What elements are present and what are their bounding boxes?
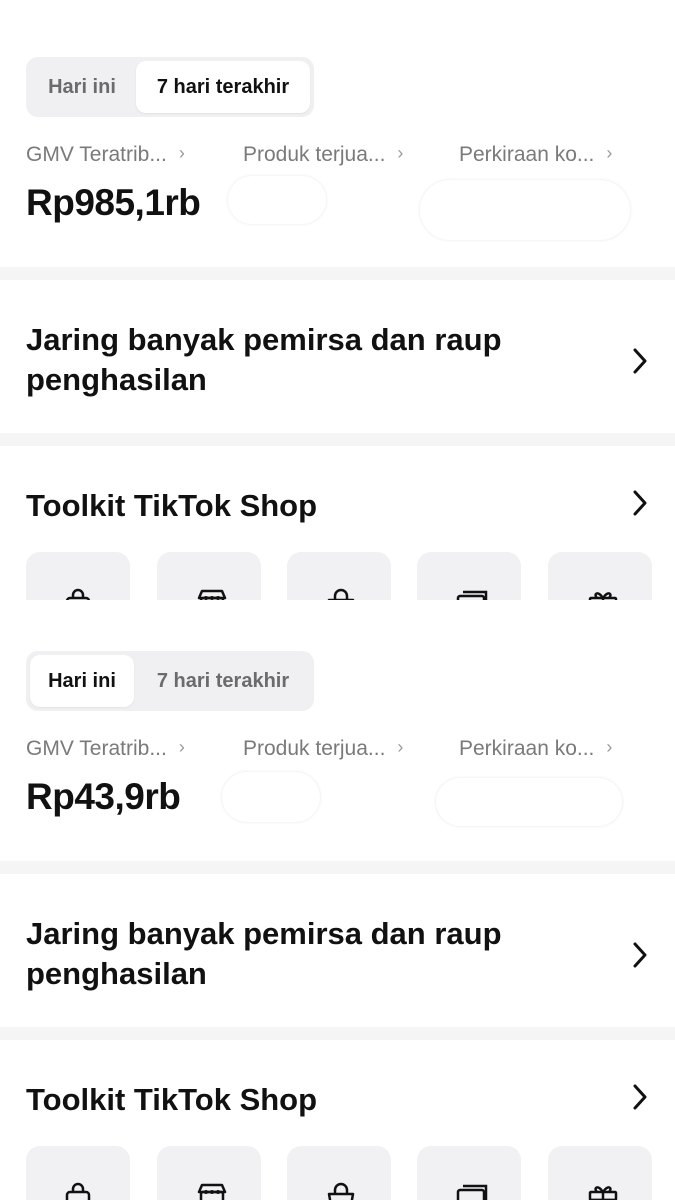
basket-icon bbox=[327, 1182, 355, 1200]
chevron-right-icon: › bbox=[397, 143, 404, 163]
toolkit-tile[interactable] bbox=[417, 1146, 521, 1200]
metric-estimated-commission[interactable]: Perkiraan ko... › bbox=[459, 737, 612, 761]
section-divider bbox=[0, 267, 675, 280]
toolkit-tile[interactable] bbox=[26, 552, 130, 600]
gmv-value: Rp985,1rb bbox=[26, 182, 201, 223]
redacted-value bbox=[222, 772, 320, 822]
redacted-value bbox=[436, 778, 622, 826]
toolkit-tile[interactable] bbox=[548, 1146, 652, 1200]
toolkit-tile[interactable] bbox=[417, 552, 521, 600]
chevron-right-icon: › bbox=[178, 737, 185, 757]
chevron-right-icon[interactable] bbox=[631, 346, 649, 376]
chevron-right-icon[interactable] bbox=[631, 1082, 649, 1112]
cards-icon bbox=[456, 590, 488, 600]
metric-gmv-label: GMV Teratrib... bbox=[26, 143, 167, 166]
metric-estimated-commission[interactable]: Perkiraan ko... › bbox=[459, 143, 612, 167]
shopping-bag-icon bbox=[65, 1182, 91, 1200]
toolkit-tile[interactable] bbox=[26, 1146, 130, 1200]
metric-gmv-label: GMV Teratrib... bbox=[26, 737, 167, 760]
metric-estimated-commission-label: Perkiraan ko... bbox=[459, 737, 595, 760]
chevron-right-icon[interactable] bbox=[631, 488, 649, 518]
metric-products-sold[interactable]: Produk terjua... › bbox=[243, 143, 403, 167]
metric-products-sold[interactable]: Produk terjua... › bbox=[243, 737, 403, 761]
section-divider bbox=[0, 861, 675, 874]
tab-today[interactable]: Hari ini bbox=[30, 655, 134, 707]
metric-gmv[interactable]: GMV Teratrib... › bbox=[26, 737, 185, 761]
promo-banner-title[interactable]: Jaring banyak pemirsa dan raup penghasil… bbox=[26, 914, 586, 994]
chevron-right-icon: › bbox=[606, 737, 613, 757]
cards-icon bbox=[456, 1184, 488, 1200]
metric-estimated-commission-label: Perkiraan ko... bbox=[459, 143, 595, 166]
toolkit-title[interactable]: Toolkit TikTok Shop bbox=[26, 1082, 317, 1118]
toolkit-tile[interactable] bbox=[287, 552, 391, 600]
tab-today[interactable]: Hari ini bbox=[30, 61, 134, 113]
metric-products-sold-label: Produk terjua... bbox=[243, 737, 386, 760]
storefront-icon bbox=[197, 589, 227, 600]
toolkit-tile[interactable] bbox=[157, 552, 261, 600]
date-range-toggle: Hari ini 7 hari terakhir bbox=[26, 651, 314, 711]
metric-products-sold-label: Produk terjua... bbox=[243, 143, 386, 166]
toolkit-title[interactable]: Toolkit TikTok Shop bbox=[26, 488, 317, 524]
chevron-right-icon: › bbox=[606, 143, 613, 163]
date-range-toggle: Hari ini 7 hari terakhir bbox=[26, 57, 314, 117]
gift-icon bbox=[588, 1186, 618, 1200]
gmv-value: Rp43,9rb bbox=[26, 776, 181, 817]
basket-icon bbox=[327, 588, 355, 600]
tab-last-7-days[interactable]: 7 hari terakhir bbox=[136, 655, 310, 707]
redacted-value bbox=[420, 180, 630, 240]
redacted-value bbox=[228, 176, 326, 224]
gift-icon bbox=[588, 592, 618, 600]
toolkit-tile[interactable] bbox=[287, 1146, 391, 1200]
toolkit-tile[interactable] bbox=[157, 1146, 261, 1200]
metric-gmv[interactable]: GMV Teratrib... › bbox=[26, 143, 185, 167]
chevron-right-icon: › bbox=[178, 143, 185, 163]
toolkit-tile[interactable] bbox=[548, 552, 652, 600]
chevron-right-icon[interactable] bbox=[631, 940, 649, 970]
section-divider bbox=[0, 433, 675, 446]
shopping-bag-icon bbox=[65, 588, 91, 600]
promo-banner-title[interactable]: Jaring banyak pemirsa dan raup penghasil… bbox=[26, 320, 586, 400]
tab-last-7-days[interactable]: 7 hari terakhir bbox=[136, 61, 310, 113]
dashboard-panel-today: Hari ini 7 hari terakhir GMV Teratrib...… bbox=[0, 600, 675, 1200]
storefront-icon bbox=[197, 1183, 227, 1200]
chevron-right-icon: › bbox=[397, 737, 404, 757]
section-divider bbox=[0, 1027, 675, 1040]
dashboard-panel-7-days: Hari ini 7 hari terakhir GMV Teratrib...… bbox=[0, 0, 675, 600]
